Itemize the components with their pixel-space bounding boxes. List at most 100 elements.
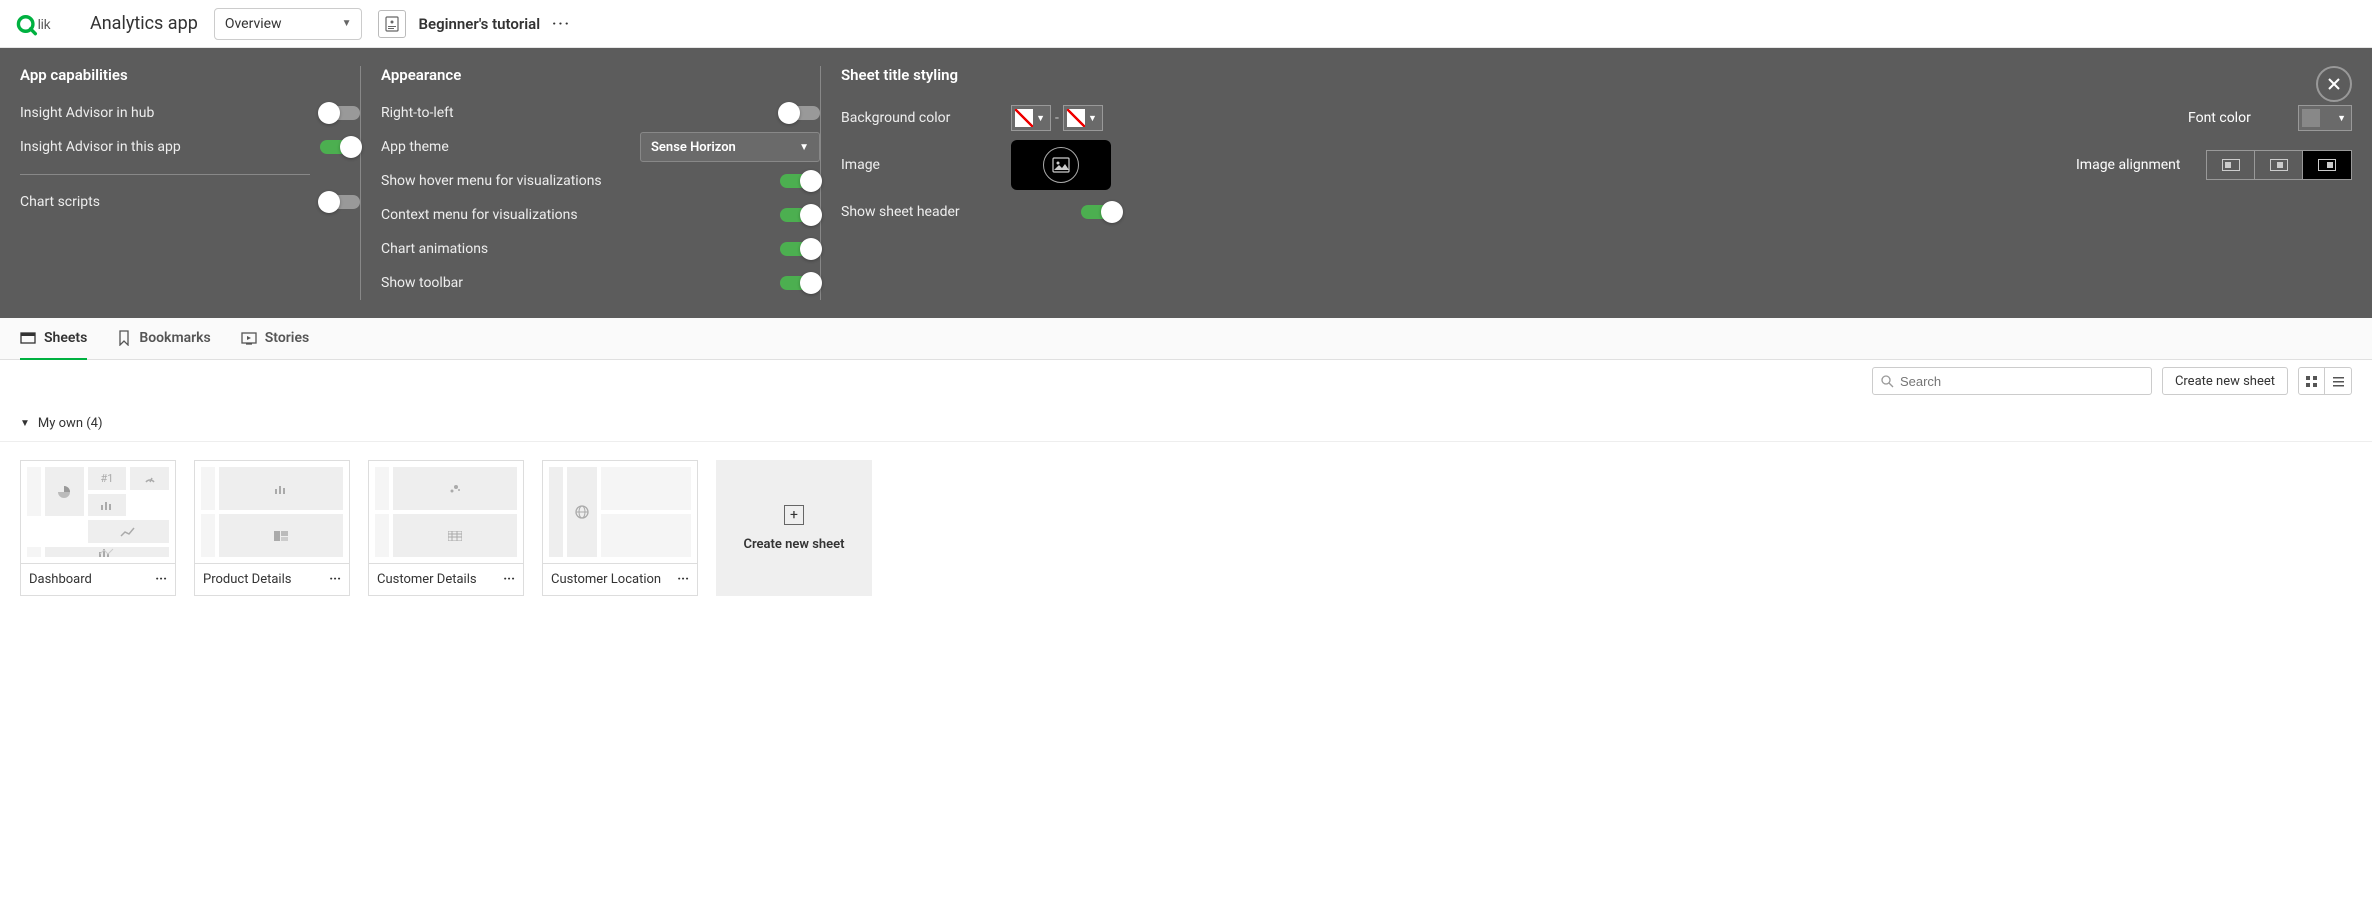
plus-icon: + — [784, 505, 804, 525]
bookmark-icon — [117, 330, 131, 346]
globe-icon — [574, 504, 590, 520]
grid-view-button[interactable] — [2299, 368, 2325, 394]
search-input[interactable] — [1900, 374, 2143, 389]
create-new-sheet-label: Create new sheet — [2175, 374, 2275, 389]
context-menu-toggle[interactable] — [780, 208, 820, 222]
hover-menu-toggle[interactable] — [780, 174, 820, 188]
show-toolbar-toggle[interactable] — [780, 276, 820, 290]
close-icon — [2327, 77, 2341, 91]
create-new-sheet-button[interactable]: Create new sheet — [2162, 367, 2288, 395]
sheet-title-heading: Sheet title styling — [841, 66, 2352, 84]
sheet-icon — [20, 330, 36, 346]
sheet-thumbnail — [542, 460, 698, 564]
insight-app-toggle[interactable] — [320, 140, 360, 154]
chevron-down-icon: ▼ — [1088, 113, 1097, 124]
my-own-section-header[interactable]: ▼ My own (4) — [0, 402, 2372, 442]
list-view-button[interactable] — [2325, 368, 2351, 394]
sheet-card-dashboard[interactable]: #1 Dashboard ··· — [20, 460, 176, 596]
bg-color-end-picker[interactable]: ▼ — [1063, 105, 1103, 131]
app-info-icon-button[interactable] — [378, 10, 406, 38]
align-center-button[interactable] — [2255, 151, 2303, 179]
align-left-button[interactable] — [2207, 151, 2255, 179]
treemap-icon — [274, 531, 288, 541]
app-capabilities-heading: App capabilities — [20, 66, 360, 84]
hover-menu-label: Show hover menu for visualizations — [381, 173, 780, 189]
bg-color-start-picker[interactable]: ▼ — [1011, 105, 1051, 131]
document-icon — [384, 16, 400, 32]
rtl-toggle[interactable] — [780, 106, 820, 120]
tutorial-title: Beginner's tutorial — [418, 15, 540, 33]
create-new-sheet-card[interactable]: + Create new sheet — [716, 460, 872, 596]
chevron-down-icon: ▼ — [1036, 113, 1045, 124]
insight-hub-label: Insight Advisor in hub — [20, 105, 320, 121]
font-color-picker[interactable]: ▼ — [2298, 105, 2352, 131]
tab-stories[interactable]: Stories — [241, 318, 309, 360]
sheet-card-customer-details[interactable]: Customer Details ··· — [368, 460, 524, 596]
image-icon — [1052, 156, 1070, 174]
chart-scripts-label: Chart scripts — [20, 194, 320, 210]
sheet-more-button[interactable]: ··· — [503, 572, 515, 587]
grid-icon — [2305, 375, 2318, 388]
image-align-group — [2206, 150, 2352, 180]
tab-sheets-label: Sheets — [44, 330, 87, 346]
chevron-down-icon: ▼ — [2337, 113, 2346, 124]
chart-scripts-toggle[interactable] — [320, 195, 360, 209]
image-label: Image — [841, 157, 1011, 173]
sheet-more-button[interactable]: ··· — [329, 572, 341, 587]
app-title: Analytics app — [90, 13, 198, 34]
create-new-sheet-card-label: Create new sheet — [743, 537, 844, 552]
image-select-button[interactable] — [1011, 140, 1111, 190]
sheet-card-product-details[interactable]: Product Details ··· — [194, 460, 350, 596]
sheet-more-button[interactable]: ··· — [155, 572, 167, 587]
divider — [20, 174, 310, 175]
sheet-title-column: Sheet title styling Background color ▼ -… — [820, 66, 2352, 300]
align-right-button[interactable] — [2303, 151, 2351, 179]
scatter-icon — [448, 483, 462, 495]
sheet-title: Customer Details — [377, 572, 477, 587]
story-icon — [241, 330, 257, 346]
insight-hub-toggle[interactable] — [320, 106, 360, 120]
sheet-more-button[interactable]: ··· — [677, 572, 689, 587]
insight-app-label: Insight Advisor in this app — [20, 139, 320, 155]
overview-dropdown[interactable]: Overview ▼ — [214, 8, 363, 40]
gauge-icon — [144, 472, 156, 484]
search-box[interactable] — [1872, 367, 2152, 395]
more-options-button[interactable]: ··· — [552, 16, 571, 32]
rtl-label: Right-to-left — [381, 105, 780, 121]
theme-value: Sense Horizon — [651, 140, 736, 155]
search-icon — [1881, 375, 1894, 388]
app-settings-panel: App capabilities Insight Advisor in hub … — [0, 48, 2372, 318]
chart-anim-toggle[interactable] — [780, 242, 820, 256]
table-icon — [448, 531, 462, 541]
header-center: Beginner's tutorial ··· — [378, 10, 570, 38]
app-capabilities-column: App capabilities Insight Advisor in hub … — [20, 66, 360, 300]
appearance-column: Appearance Right-to-left App theme Sense… — [360, 66, 820, 300]
bar-icon — [100, 500, 114, 510]
appearance-heading: Appearance — [381, 66, 820, 84]
view-toggle — [2298, 367, 2352, 395]
theme-select[interactable]: Sense Horizon ▼ — [640, 132, 820, 162]
image-align-label: Image alignment — [2076, 157, 2196, 173]
show-header-label: Show sheet header — [841, 204, 1081, 220]
list-icon — [2332, 375, 2345, 388]
close-settings-button[interactable] — [2316, 66, 2352, 102]
show-header-toggle[interactable] — [1081, 205, 1121, 219]
bar-icon — [274, 484, 288, 494]
chevron-down-icon: ▼ — [20, 418, 30, 429]
none-color-swatch — [1015, 109, 1033, 127]
sheet-card-customer-location[interactable]: Customer Location ··· — [542, 460, 698, 596]
tabs-bar: Sheets Bookmarks Stories — [0, 318, 2372, 360]
section-title: My own (4) — [38, 416, 103, 431]
svg-text:lik: lik — [38, 16, 51, 31]
theme-label: App theme — [381, 139, 640, 155]
separator: - — [1055, 110, 1059, 126]
bg-color-label: Background color — [841, 110, 1011, 126]
grey-color-swatch — [2302, 109, 2320, 127]
tab-sheets[interactable]: Sheets — [20, 318, 87, 360]
overview-dropdown-label: Overview — [225, 16, 282, 32]
sheet-thumbnail: #1 — [20, 460, 176, 564]
tab-bookmarks[interactable]: Bookmarks — [117, 318, 210, 360]
pie-icon — [56, 484, 72, 500]
sheets-grid: #1 Dashboard ··· Product Details · — [0, 442, 2372, 614]
sheet-thumbnail — [368, 460, 524, 564]
